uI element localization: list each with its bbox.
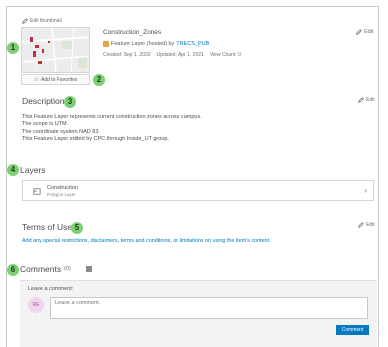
item-stats-line: Created: Sep 1, 2020 Updated: Apr 1, 202… (103, 52, 241, 58)
edit-terms-label: Edit (366, 222, 375, 228)
terms-heading: Terms of Use (22, 222, 73, 232)
edit-thumbnail-link[interactable]: Edit thumbnail (22, 18, 62, 24)
edit-item-label: Edit (364, 29, 374, 35)
callout-badge-6: 6 (7, 264, 19, 276)
rss-icon[interactable] (85, 266, 92, 272)
created-date: Created: Sep 1, 2020 (103, 52, 151, 58)
add-to-favorites-button[interactable]: ☆ Add to Favorites (21, 74, 90, 85)
description-line: The coordinate system NAD 83. (22, 128, 100, 135)
callout-badge-4: 4 (7, 164, 19, 176)
edit-description-label: Edit (366, 97, 375, 103)
layer-type: Polygon Layer (47, 192, 76, 197)
description-line: This Feature Layer represents current co… (22, 114, 202, 120)
thumbnail-map-image (22, 28, 89, 72)
item-type-line: Feature Layer (hosted) by TRECS_PUB (103, 41, 209, 47)
chevron-right-icon: › (364, 186, 367, 195)
comment-form: Leave a comment: RE Comment (20, 280, 377, 347)
description-heading: Description (22, 96, 65, 106)
callout-badge-3: 3 (64, 96, 76, 108)
description-line: The scope is UTM. (22, 121, 69, 128)
view-count: View Count: 0 (209, 52, 241, 58)
item-title: Construction_Zones (103, 29, 162, 36)
layer-list-item[interactable]: Construction Polygon Layer › (22, 180, 374, 201)
terms-add-link[interactable]: Add any special restrictions, disclaimer… (22, 238, 271, 244)
edit-terms-button[interactable]: Edit (358, 222, 375, 228)
callout-badge-5: 5 (71, 222, 83, 234)
avatar-initials: RE (32, 302, 40, 308)
callout-badge-2: 2 (93, 74, 105, 86)
updated-date: Updated: Apr 1, 2021 (156, 52, 204, 58)
edit-thumbnail-label: Edit thumbnail (30, 18, 62, 24)
layer-name: Construction (47, 185, 78, 191)
feature-layer-icon (103, 41, 109, 47)
description-line: This Feature Layer edited by CPC through… (22, 136, 169, 143)
pencil-icon (358, 222, 364, 228)
item-type-label: Feature Layer (hosted) by (111, 41, 175, 47)
add-to-favorites-label: Add to Favorites (40, 76, 78, 83)
leave-comment-label: Leave a comment: (28, 286, 74, 292)
pencil-icon (358, 97, 364, 103)
layers-heading: Layers (20, 165, 46, 175)
pencil-icon (356, 29, 362, 35)
comments-count: (0) (64, 266, 71, 272)
edit-item-button[interactable]: Edit (356, 29, 373, 35)
comment-submit-button[interactable]: Comment (336, 325, 369, 335)
item-thumbnail (21, 27, 90, 73)
edit-description-button[interactable]: Edit (358, 97, 375, 103)
comments-header: Comments (0) (20, 264, 92, 274)
pencil-icon (22, 18, 28, 24)
item-owner-link[interactable]: TRECS_PUB (176, 41, 209, 47)
comments-heading: Comments (20, 264, 62, 274)
callout-badge-1: 1 (7, 42, 19, 54)
avatar: RE (28, 297, 44, 313)
star-icon: ☆ (33, 76, 39, 83)
description-text: This Feature Layer represents current co… (22, 114, 202, 144)
comment-input[interactable] (50, 297, 368, 319)
polygon-layer-icon (33, 188, 41, 195)
